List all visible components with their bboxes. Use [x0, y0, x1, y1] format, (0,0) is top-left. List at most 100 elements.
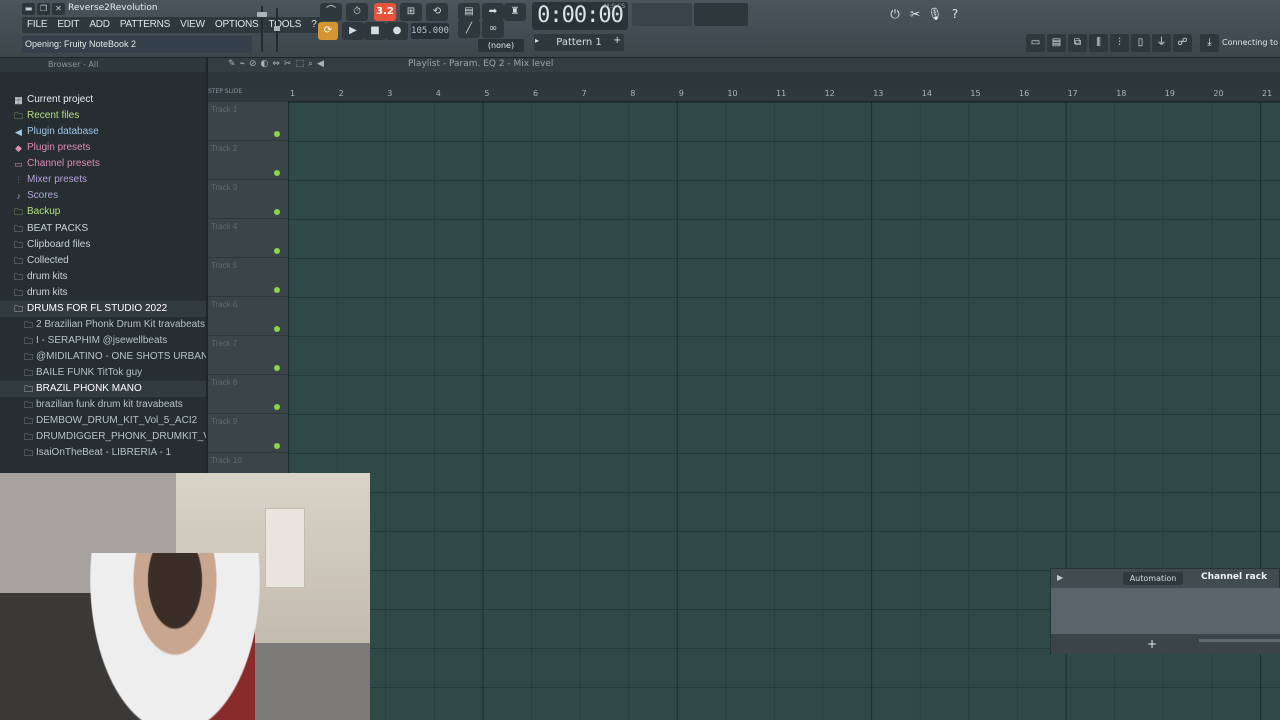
- track-header[interactable]: Track 9: [208, 414, 288, 453]
- browser-subfolder[interactable]: 🗀DRUMDIGGER_PHONK_DRUMKIT_VOL_3: [0, 429, 206, 445]
- loop-mode-button[interactable]: ⟳: [318, 22, 338, 40]
- piano-roll-icon[interactable]: ▤: [1047, 34, 1066, 52]
- undo-icon[interactable]: ⏻: [886, 5, 904, 23]
- select-icon[interactable]: ⬚: [295, 59, 304, 69]
- track-mute-led[interactable]: [274, 209, 280, 215]
- track-mute-led[interactable]: [274, 287, 280, 293]
- channel-rack-icon[interactable]: ⧉: [1068, 34, 1087, 52]
- multilink-icon[interactable]: ♜: [504, 3, 526, 21]
- browser-subfolder[interactable]: 🗀 2 Brazilian Phonk Drum Kit travabeats (…: [0, 317, 206, 333]
- browser-item[interactable]: ▭ Channel presets: [0, 156, 206, 172]
- track-mute-led[interactable]: [274, 404, 280, 410]
- master-pitch-slider[interactable]: [274, 8, 280, 52]
- slip-icon[interactable]: ⇔: [272, 59, 280, 69]
- browser-item[interactable]: 🗀 drum kits: [0, 269, 206, 285]
- master-volume-slider[interactable]: [257, 6, 267, 52]
- browser-item[interactable]: 🗀 DRUMS FOR FL STUDIO 2022: [0, 301, 206, 317]
- minimize-button[interactable]: ▬: [22, 3, 35, 15]
- track-header[interactable]: Track 1: [208, 102, 288, 141]
- slice-icon[interactable]: ✂: [284, 59, 292, 69]
- browser-subfolder[interactable]: 🗀 brazilian funk drum kit travabeats: [0, 397, 206, 413]
- browser-item[interactable]: ◆ Plugin presets: [0, 140, 206, 156]
- track-header[interactable]: Track 7: [208, 336, 288, 375]
- zoom-icon[interactable]: ⌕: [308, 59, 313, 69]
- track-mute-led[interactable]: [274, 326, 280, 332]
- wait-input-icon[interactable]: ⏱: [346, 3, 368, 21]
- touch-keyboard-icon[interactable]: ☍: [1173, 34, 1192, 52]
- help-icon[interactable]: ?: [946, 5, 964, 23]
- close-button[interactable]: ✕: [52, 3, 65, 15]
- browser-item[interactable]: 🗀 BEAT PACKS: [0, 221, 206, 237]
- browser-item[interactable]: 🗀 Collected: [0, 253, 206, 269]
- menu-view[interactable]: VIEW: [175, 17, 210, 33]
- microphone-icon[interactable]: 🎙: [926, 5, 944, 23]
- menu-edit[interactable]: EDIT: [52, 17, 84, 33]
- channel-filter-selector[interactable]: Automation: [1123, 572, 1183, 585]
- blend-notes-icon[interactable]: ⊞: [400, 3, 422, 21]
- loop-record-icon[interactable]: ⟲: [426, 3, 448, 21]
- browser-subfolder[interactable]: 🗀 IsaiOnTheBeat - LIBRERIA - 1: [0, 445, 206, 461]
- plugin-picker-icon[interactable]: ⏚: [1152, 34, 1171, 52]
- snap-draw-icon[interactable]: ╱: [458, 20, 480, 38]
- browser-item[interactable]: ♪ Scores: [0, 188, 206, 204]
- browser-subfolder[interactable]: 🗀@MIDILATINO - ONE SHOTS URBANOS VOL. 2: [0, 349, 206, 365]
- track-mute-led[interactable]: [274, 365, 280, 371]
- expand-arrow-icon[interactable]: ▶: [1057, 573, 1063, 582]
- browser-item[interactable]: ▦ Current project: [0, 92, 206, 108]
- delete-icon[interactable]: ⊘: [249, 59, 257, 69]
- track-header[interactable]: Track 6: [208, 297, 288, 336]
- pattern-add-icon[interactable]: +: [613, 35, 621, 46]
- track-header[interactable]: Track 3: [208, 180, 288, 219]
- playlist-window-icon[interactable]: ▭: [1026, 34, 1045, 52]
- browser-subfolder[interactable]: 🗀 BRAZIL PHONK MANO: [0, 381, 206, 397]
- mixer-icon[interactable]: ⫼: [1089, 34, 1108, 52]
- menu-options[interactable]: OPTIONS: [210, 17, 264, 33]
- channel-rack-scrollbar[interactable]: [1199, 639, 1280, 642]
- download-icon[interactable]: ⤓: [1200, 34, 1219, 52]
- menu-patterns[interactable]: PATTERNS: [115, 17, 175, 33]
- browser-subfolder[interactable]: 🗀 BAILE FUNK TitTok guy: [0, 365, 206, 381]
- timeline-ruler[interactable]: 1 2 3 4 5 6 7 8 9 10 11 12 13 14 15 16 17 18 19 20 21: [288, 88, 1280, 102]
- typing-keyboard-icon[interactable]: ▤: [458, 3, 480, 21]
- track-header[interactable]: Track 8: [208, 375, 288, 414]
- add-channel-button[interactable]: +: [1147, 637, 1157, 651]
- browser-subfolder[interactable]: 🗀 I - SERAPHIM @jsewellbeats: [0, 333, 206, 349]
- mute-icon[interactable]: ◐: [261, 59, 269, 69]
- pattern-selector[interactable]: Pattern 1: [534, 34, 624, 51]
- track-header[interactable]: Track 2: [208, 141, 288, 180]
- browser-item[interactable]: 🗀 drum kits: [0, 285, 206, 301]
- playback-icon[interactable]: ◀: [317, 59, 324, 69]
- record-button[interactable]: ●: [386, 22, 408, 40]
- track-header[interactable]: Track 5: [208, 258, 288, 297]
- browser-subfolder[interactable]: 🗀 DEMBOW_DRUM_KIT_Vol_5_ACI2: [0, 413, 206, 429]
- browser-item[interactable]: 🗀 Backup: [0, 204, 206, 221]
- snap-selector[interactable]: (none): [478, 39, 524, 52]
- menu-add[interactable]: ADD: [84, 17, 115, 33]
- paint-icon[interactable]: ⌁: [240, 59, 245, 69]
- cut-icon[interactable]: ✂: [906, 5, 924, 23]
- track-mute-led[interactable]: [274, 443, 280, 449]
- track-mute-led[interactable]: [274, 248, 280, 254]
- step-edit-icon[interactable]: ➡: [482, 3, 504, 21]
- tempo-display[interactable]: 105.000: [411, 23, 449, 39]
- restore-button[interactable]: ❐: [37, 3, 50, 15]
- channel-rack-window[interactable]: ▶ Automation Channel rack +: [1050, 568, 1280, 654]
- browser-item[interactable]: ⫶ Mixer presets: [0, 172, 206, 188]
- pattern-prev-icon[interactable]: ▸: [535, 36, 539, 45]
- browser-item[interactable]: ◀ Plugin database: [0, 124, 206, 140]
- play-button[interactable]: ▶: [342, 22, 364, 40]
- track-header[interactable]: Track 4: [208, 219, 288, 258]
- track-mute-led[interactable]: [274, 170, 280, 176]
- track-mute-led[interactable]: [274, 131, 280, 137]
- pencil-icon[interactable]: ✎: [228, 59, 236, 69]
- browser-item[interactable]: 🗀 Clipboard files: [0, 237, 206, 253]
- menu-file[interactable]: FILE: [22, 17, 52, 33]
- browser-item[interactable]: 🗀 Recent files: [0, 108, 206, 124]
- pat-song-toggle[interactable]: 3.2: [374, 3, 396, 21]
- menu-tools[interactable]: TOOLS: [263, 17, 306, 33]
- metronome-icon[interactable]: ⌒: [320, 3, 342, 21]
- browser-icon[interactable]: ▯: [1131, 34, 1150, 52]
- link-icon[interactable]: ∞: [482, 20, 504, 38]
- mixer-levels-icon[interactable]: ⫶: [1110, 34, 1129, 52]
- stop-button[interactable]: ■: [364, 22, 386, 40]
